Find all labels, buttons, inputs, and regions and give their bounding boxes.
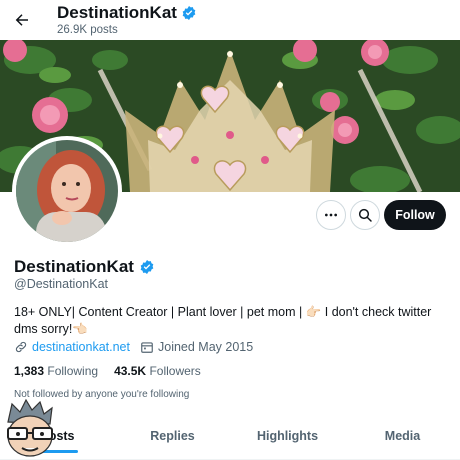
tab-highlights[interactable]: Highlights [230, 418, 345, 459]
follow-button[interactable]: Follow [384, 200, 446, 230]
search-icon [358, 208, 372, 222]
avatar[interactable] [12, 136, 122, 246]
more-button[interactable] [316, 200, 346, 230]
profile-header-bar: DestinationKat 26.9K posts [0, 0, 460, 40]
tab-label: Highlights [256, 429, 319, 443]
arrow-left-icon [15, 14, 28, 26]
avatar-image [16, 140, 118, 242]
search-profile-button[interactable] [350, 200, 380, 230]
profile-meta: destinationkat.net Joined May 2015 [14, 340, 263, 354]
tab-label: Replies [150, 429, 195, 443]
website-link[interactable]: destinationkat.net [32, 340, 130, 354]
profile-tabs: Posts Replies Highlights Media [0, 418, 460, 460]
follow-stats: 1,383 Following 43.5K Followers [14, 364, 217, 378]
display-name: DestinationKat [14, 257, 134, 276]
header-name-row: DestinationKat [57, 3, 197, 23]
verified-badge-icon [182, 6, 196, 20]
cartoon-mascot-watermark [0, 398, 60, 460]
link-icon [15, 341, 27, 353]
joined-item: Joined May 2015 [140, 340, 253, 354]
tab-label: Media [384, 429, 421, 443]
followers-label: Followers [149, 364, 201, 378]
calendar-icon [141, 342, 153, 353]
following-count: 1,383 [14, 364, 45, 378]
back-button[interactable] [10, 8, 34, 32]
profile-bio: 18+ ONLY| Content Creator | Plant lover … [14, 305, 432, 336]
following-label: Following [47, 364, 99, 378]
more-horizontal-icon [325, 213, 337, 217]
tab-media[interactable]: Media [345, 418, 460, 459]
header-post-count: 26.9K posts [57, 24, 118, 36]
header-title: DestinationKat [57, 3, 177, 22]
following-stat[interactable]: 1,383 Following [14, 364, 98, 378]
followers-stat[interactable]: 43.5K Followers [114, 364, 201, 378]
joined-date: Joined May 2015 [158, 340, 254, 354]
followers-count: 43.5K [114, 364, 147, 378]
tab-replies[interactable]: Replies [115, 418, 230, 459]
profile-name-row: DestinationKat [14, 257, 155, 277]
profile-handle: @DestinationKat [14, 277, 108, 291]
website-item[interactable]: destinationkat.net [14, 340, 130, 354]
verified-badge-icon[interactable] [139, 259, 155, 275]
